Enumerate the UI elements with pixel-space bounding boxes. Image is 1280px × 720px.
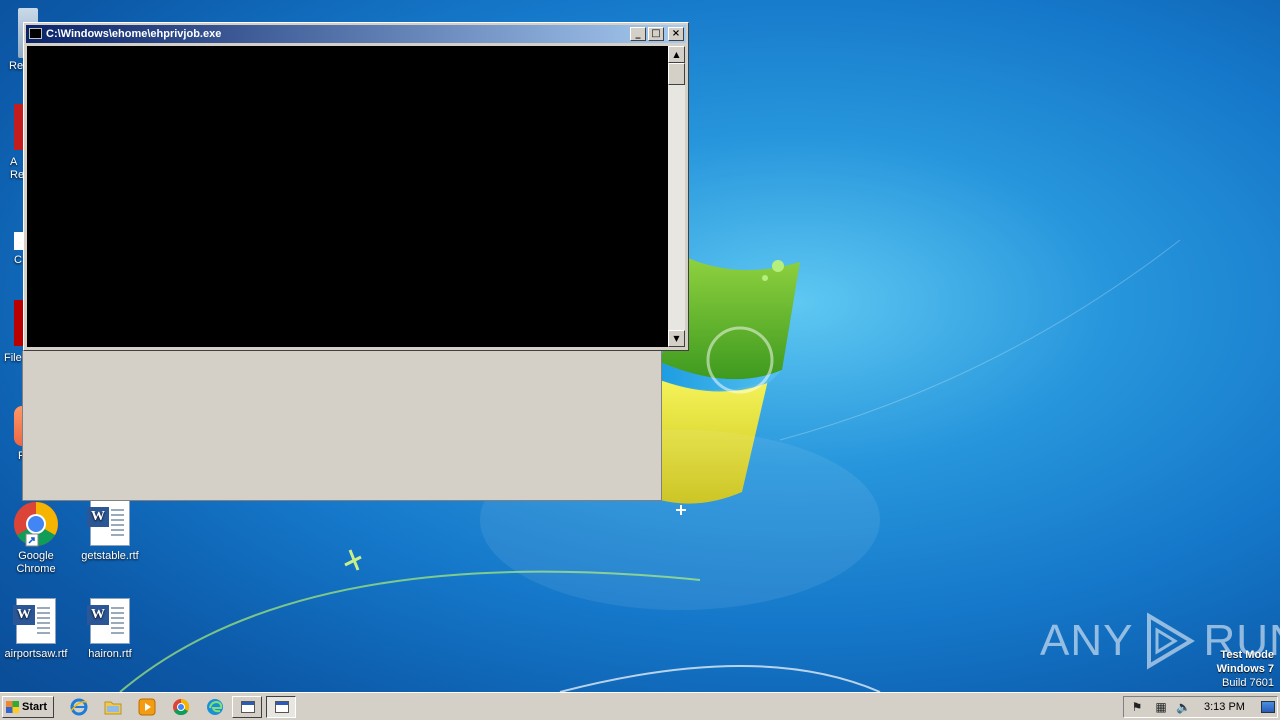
minimize-button[interactable]: _ — [630, 27, 646, 41]
close-button[interactable]: × — [668, 27, 684, 41]
desktop-icon-firefox-partial[interactable]: F — [0, 406, 25, 462]
scroll-down-button[interactable]: ▼ — [668, 330, 685, 347]
desktop-icon-getstable-rtf[interactable]: W getstable.rtf — [72, 500, 148, 563]
action-center-flag-icon[interactable]: ⚑ — [1130, 700, 1144, 714]
desktop-icon-acrobat-partial[interactable]: A Re — [0, 104, 24, 181]
window-title: C:\Windows\ehome\ehprivjob.exe — [46, 28, 222, 40]
scroll-up-button[interactable]: ▲ — [668, 46, 685, 63]
taskbar-console-button[interactable] — [266, 696, 296, 718]
scroll-thumb[interactable] — [668, 63, 685, 85]
clock[interactable]: 3:13 PM — [1204, 697, 1245, 717]
desktop-icon-hairon-rtf[interactable]: W hairon.rtf — [72, 598, 148, 661]
edge-icon[interactable] — [206, 698, 224, 716]
windows-logo-icon — [6, 701, 19, 713]
test-mode-label: Test Mode Windows 7 Build 7601 — [1216, 649, 1274, 689]
taskbar: Start ⚑ ▦ 🔈 3:13 PM — [0, 692, 1280, 720]
folder-icon[interactable] — [104, 698, 122, 716]
chrome-icon — [12, 500, 60, 548]
background-window — [22, 351, 662, 501]
play-logo-icon — [1147, 612, 1196, 670]
maximize-button[interactable]: □ — [648, 27, 664, 41]
vertical-scrollbar[interactable]: ▲ ▼ — [668, 46, 685, 347]
desktop-icon-google-chrome[interactable]: Google Chrome — [0, 500, 74, 576]
start-button[interactable]: Start — [2, 696, 54, 718]
show-desktop-icon[interactable] — [1261, 701, 1275, 713]
console-app-icon — [29, 28, 42, 39]
window-icon — [241, 701, 255, 713]
chrome-icon[interactable] — [172, 698, 190, 716]
desktop-icon-filezilla-partial[interactable]: File — [0, 300, 24, 364]
word-document-icon: W — [86, 500, 134, 548]
console-window[interactable]: C:\Windows\ehome\ehprivjob.exe _ □ × ▲ ▼ — [23, 22, 689, 351]
console-titlebar[interactable]: C:\Windows\ehome\ehprivjob.exe _ □ × — [26, 25, 686, 43]
network-icon[interactable]: ▦ — [1154, 700, 1168, 714]
desktop-icon-recycle-bin-partial[interactable]: Re — [0, 8, 38, 72]
volume-icon[interactable]: 🔈 — [1176, 700, 1191, 714]
desktop-icon-c-partial[interactable]: C — [0, 232, 24, 266]
desktop-icon-airportsaw-rtf[interactable]: W airportsaw.rtf — [0, 598, 74, 661]
word-document-icon: W — [86, 598, 134, 646]
media-player-icon[interactable] — [138, 698, 156, 716]
ie-icon[interactable] — [70, 698, 88, 716]
taskbar-window-button[interactable] — [232, 696, 262, 718]
console-window-icon — [275, 701, 289, 713]
console-output-area[interactable] — [27, 46, 668, 347]
system-tray: ⚑ ▦ 🔈 3:13 PM — [1123, 696, 1278, 718]
word-document-icon: W — [12, 598, 60, 646]
